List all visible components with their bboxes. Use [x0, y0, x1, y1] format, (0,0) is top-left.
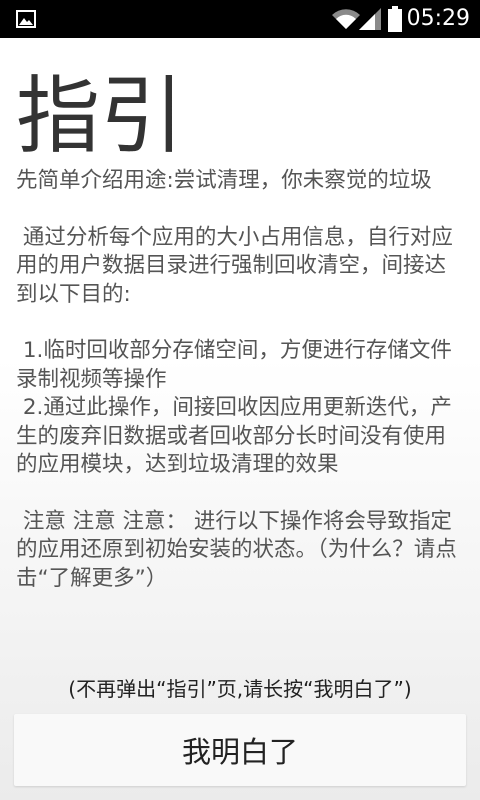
long-press-hint: (不再弹出“指引”页,请长按“我明白了”) — [68, 677, 412, 701]
image-icon — [16, 10, 36, 28]
signal-icon — [359, 8, 381, 30]
wifi-icon — [332, 9, 360, 30]
paragraph-spacer — [16, 479, 462, 507]
paragraph-spacer — [16, 309, 462, 337]
guide-screen: 指引 先简单介绍用途:尝试清理，你未察觉的垃圾 通过分析每个应用的大小占用信息，… — [0, 38, 480, 800]
paragraph-spacer — [16, 195, 462, 223]
understood-button[interactable]: 我明白了 — [14, 714, 466, 786]
guide-paragraph-intro: 先简单介绍用途:尝试清理，你未察觉的垃圾 — [16, 168, 432, 193]
status-clock: 05:29 — [406, 6, 470, 31]
guide-paragraph-purpose-1: 1.临时回收部分存储空间，方便进行存储文件录制视频等操作 — [16, 338, 452, 392]
battery-icon — [388, 6, 402, 32]
guide-body: 先简单介绍用途:尝试清理，你未察觉的垃圾 通过分析每个应用的大小占用信息，自行对… — [16, 167, 462, 593]
guide-paragraph-warning: 注意 注意 注意： 进行以下操作将会导致指定的应用还原到初始安装的状态。（为什么… — [16, 508, 457, 591]
page-title: 指引 — [16, 67, 185, 165]
guide-paragraph-purpose-2: 2.通过此操作，间接回收因应用更新迭代，产生的废弃旧数据或者回收部分长时间没有使… — [16, 395, 452, 478]
status-bar: 05:29 — [0, 0, 480, 38]
guide-paragraph-method: 通过分析每个应用的大小占用信息，自行对应用的用户数据目录进行强制回收清空，间接达… — [16, 224, 453, 307]
